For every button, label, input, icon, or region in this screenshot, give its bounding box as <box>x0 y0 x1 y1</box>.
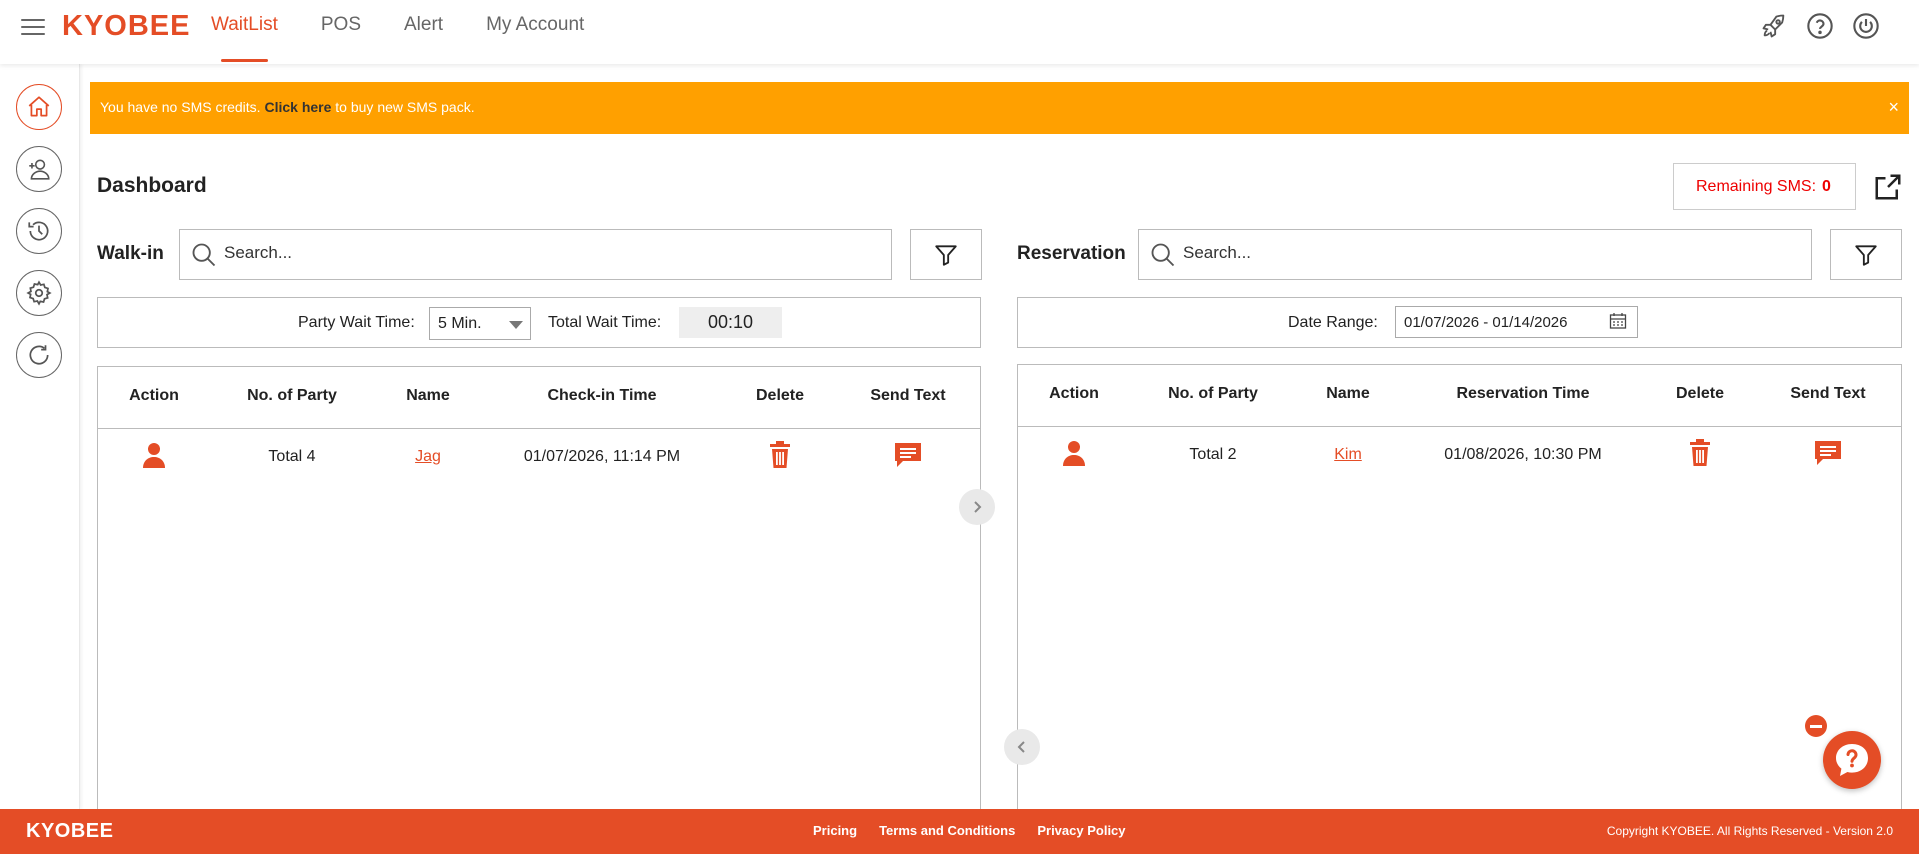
buy-sms-link[interactable]: Click here <box>264 99 331 115</box>
external-link-icon[interactable] <box>1873 172 1903 202</box>
chevron-down-icon <box>509 321 523 329</box>
walkin-wait-controls: Party Wait Time: 5 Min. Total Wait Time:… <box>97 297 981 348</box>
filter-icon <box>935 244 957 266</box>
page-title: Dashboard <box>97 174 207 197</box>
footer-link-privacy[interactable]: Privacy Policy <box>1037 823 1125 838</box>
chat-help-icon <box>1836 744 1868 776</box>
footer-links: Pricing Terms and Conditions Privacy Pol… <box>813 823 1126 838</box>
reservation-date-controls: Date Range: 01/07/2026 - 01/14/2026 <box>1017 297 1902 348</box>
walkin-label: Walk-in <box>97 243 164 264</box>
search-icon <box>1149 241 1177 274</box>
banner-text-after: to buy new SMS pack. <box>331 99 475 115</box>
help-icon[interactable] <box>1805 11 1835 41</box>
party-wait-label: Party Wait Time: <box>298 314 415 331</box>
reservation-time-cell: 01/08/2026, 10:30 PM <box>1444 446 1602 463</box>
nav-pos[interactable]: POS <box>321 0 361 64</box>
reservation-search-input[interactable] <box>1183 243 1721 263</box>
reservation-table: Action No. of Party Name Reservation Tim… <box>1017 364 1902 810</box>
history-icon[interactable] <box>16 208 62 254</box>
app-logo[interactable]: KYOBEE <box>62 10 190 43</box>
total-wait-label: Total Wait Time: <box>548 314 662 331</box>
rocket-icon[interactable] <box>1759 11 1789 41</box>
date-range-label: Date Range: <box>1288 314 1378 331</box>
reservation-search-box[interactable] <box>1138 229 1812 280</box>
reservation-filter-button[interactable] <box>1830 229 1902 280</box>
nav-waitlist[interactable]: WaitList <box>211 0 278 64</box>
chat-help-button[interactable] <box>1823 731 1881 789</box>
sidebar <box>0 64 80 809</box>
date-range-value: 01/07/2026 - 01/14/2026 <box>1404 314 1568 331</box>
search-icon <box>190 241 218 274</box>
walkin-search-box[interactable] <box>179 229 892 280</box>
walkin-table: Action No. of Party Name Check-in Time D… <box>97 366 981 810</box>
walkin-search-input[interactable] <box>224 243 793 263</box>
chevron-right-icon <box>974 501 982 513</box>
reservation-label: Reservation <box>1017 243 1126 264</box>
col-name: Name <box>1326 385 1370 402</box>
col-delete: Delete <box>755 387 805 404</box>
user-icon[interactable] <box>1062 439 1086 472</box>
col-delete: Delete <box>1675 385 1725 402</box>
banner-close-icon[interactable]: × <box>1888 97 1899 118</box>
home-icon[interactable] <box>16 84 62 130</box>
party-wait-value: 5 Min. <box>438 315 482 332</box>
add-user-icon[interactable] <box>16 146 62 192</box>
chat-minimize-button[interactable] <box>1805 715 1827 737</box>
remaining-sms-label: Remaining SMS: <box>1696 178 1817 195</box>
menu-icon[interactable] <box>21 15 45 35</box>
chevron-left-icon <box>1017 741 1025 753</box>
filter-icon <box>1855 244 1877 266</box>
col-checkin-time: Check-in Time <box>547 387 657 404</box>
refresh-icon[interactable] <box>16 332 62 378</box>
calendar-icon[interactable] <box>1609 312 1627 334</box>
trash-icon[interactable] <box>1689 439 1711 472</box>
banner-text-before: You have no SMS credits. <box>100 99 265 115</box>
col-name: Name <box>406 387 450 404</box>
party-wait-select[interactable]: 5 Min. <box>429 307 531 340</box>
col-party: No. of Party <box>1168 385 1258 402</box>
power-icon[interactable] <box>1851 11 1881 41</box>
top-bar: KYOBEE WaitList POS Alert My Account <box>0 0 1919 64</box>
message-icon[interactable] <box>894 442 922 473</box>
sms-alert-banner: You have no SMS credits. Click here to b… <box>90 82 1909 134</box>
expand-left-button[interactable] <box>1004 729 1040 765</box>
remaining-sms-value: 0 <box>1822 178 1831 195</box>
nav-my-account[interactable]: My Account <box>486 0 584 64</box>
expand-right-button[interactable] <box>959 489 995 525</box>
footer-link-pricing[interactable]: Pricing <box>813 823 857 838</box>
footer-copyright: Copyright KYOBEE. All Rights Reserved - … <box>1606 824 1893 838</box>
user-icon[interactable] <box>142 441 166 474</box>
party-cell: Total 4 <box>268 448 316 465</box>
remaining-sms-badge[interactable]: Remaining SMS: 0 <box>1673 163 1856 210</box>
main-nav: WaitList POS Alert My Account <box>211 0 627 64</box>
col-send-text: Send Text <box>1790 385 1866 402</box>
settings-icon[interactable] <box>16 270 62 316</box>
checkin-time-cell: 01/07/2026, 11:14 PM <box>523 448 681 465</box>
reservation-table-header: Action No. of Party Name Reservation Tim… <box>1018 365 1901 427</box>
name-link[interactable]: Jag <box>415 448 441 466</box>
col-party: No. of Party <box>247 387 337 404</box>
footer-link-terms[interactable]: Terms and Conditions <box>879 823 1015 838</box>
footer: KYOBEE Pricing Terms and Conditions Priv… <box>0 809 1919 854</box>
message-icon[interactable] <box>1814 440 1842 471</box>
nav-alert[interactable]: Alert <box>404 0 443 64</box>
walkin-filter-button[interactable] <box>910 229 982 280</box>
col-action: Action <box>129 387 179 404</box>
total-wait-value: 00:10 <box>679 307 782 338</box>
date-range-input[interactable]: 01/07/2026 - 01/14/2026 <box>1395 306 1638 338</box>
walkin-table-header: Action No. of Party Name Check-in Time D… <box>98 367 980 429</box>
top-icons <box>1759 11 1881 41</box>
party-cell: Total 2 <box>1189 446 1237 463</box>
col-send-text: Send Text <box>870 387 946 404</box>
trash-icon[interactable] <box>769 441 791 474</box>
col-reservation-time: Reservation Time <box>1456 385 1590 402</box>
col-action: Action <box>1049 385 1099 402</box>
footer-logo: KYOBEE <box>26 820 114 842</box>
name-link[interactable]: Kim <box>1334 446 1362 464</box>
